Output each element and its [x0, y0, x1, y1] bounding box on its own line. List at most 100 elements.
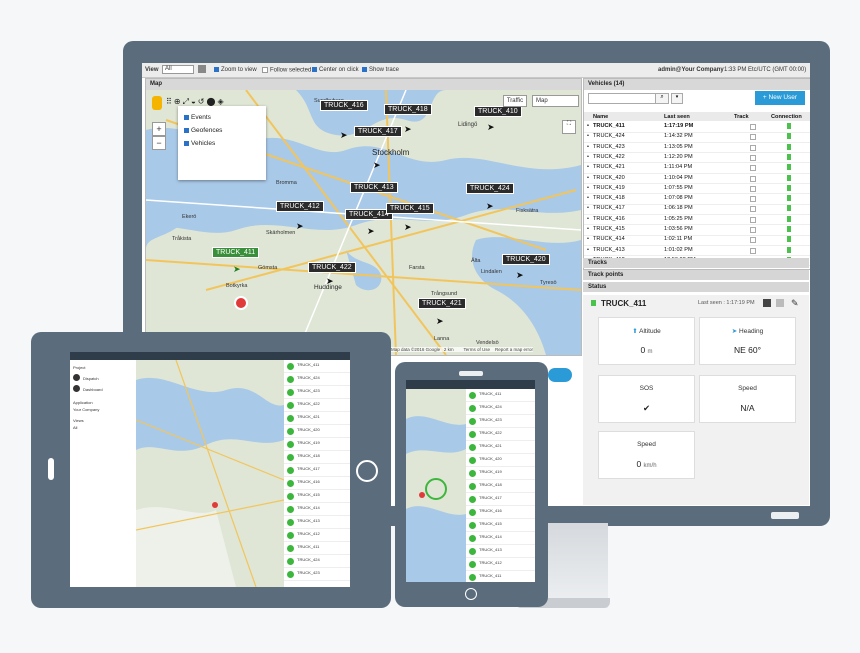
track-checkbox[interactable]: [750, 206, 756, 213]
print-icon[interactable]: [198, 65, 206, 73]
zoom-out-button[interactable]: −: [152, 136, 166, 150]
sidebar-item-dashboard[interactable]: Dashboard: [83, 387, 103, 392]
layer-geofences[interactable]: Geofences: [184, 127, 222, 134]
mini-vehicle-row[interactable]: TRUCK_422: [466, 428, 535, 441]
vehicle-row[interactable]: • TRUCK_413 1:01:02 PM: [584, 246, 810, 257]
option-center-on-click[interactable]: Center on click: [312, 67, 359, 73]
mini-vehicle-row[interactable]: TRUCK_413: [284, 516, 350, 529]
option-follow-selected[interactable]: Follow selected: [262, 67, 311, 74]
truck-marker[interactable]: TRUCK_422: [308, 262, 356, 273]
vehicle-row[interactable]: • TRUCK_414 1:02:11 PM: [584, 235, 810, 246]
phone-map[interactable]: [406, 389, 466, 582]
mini-vehicle-row[interactable]: TRUCK_423: [284, 568, 350, 581]
mini-vehicle-row[interactable]: TRUCK_415: [284, 490, 350, 503]
track-checkbox[interactable]: [750, 247, 756, 254]
track-checkbox[interactable]: [750, 175, 756, 182]
truck-marker[interactable]: TRUCK_412: [276, 201, 324, 212]
mini-vehicle-row[interactable]: TRUCK_412: [466, 558, 535, 571]
vehicle-row[interactable]: • TRUCK_424 1:14:32 PM: [584, 132, 810, 143]
mini-vehicle-row[interactable]: TRUCK_420: [466, 454, 535, 467]
vehicle-row[interactable]: • TRUCK_418 1:07:08 PM: [584, 194, 810, 205]
vehicle-row[interactable]: • TRUCK_417 1:06:18 PM: [584, 204, 810, 215]
tracks-header[interactable]: Tracks: [583, 258, 809, 268]
column-name[interactable]: Name: [593, 114, 608, 120]
truck-marker[interactable]: TRUCK_418: [384, 104, 432, 115]
mini-vehicle-row[interactable]: TRUCK_414: [284, 503, 350, 516]
mini-vehicle-row[interactable]: TRUCK_421: [466, 441, 535, 454]
mini-vehicle-row[interactable]: TRUCK_419: [466, 467, 535, 480]
status-header[interactable]: Status: [583, 282, 809, 292]
truck-marker-selected[interactable]: TRUCK_411: [212, 247, 260, 258]
mini-vehicle-row[interactable]: TRUCK_413: [466, 545, 535, 558]
vehicle-row[interactable]: • TRUCK_419 1:07:55 PM: [584, 184, 810, 195]
views-select[interactable]: All: [73, 425, 77, 430]
track-checkbox[interactable]: [750, 196, 756, 203]
track-checkbox[interactable]: [750, 134, 756, 141]
street-view-pegman-icon[interactable]: [152, 96, 162, 110]
mini-vehicle-row[interactable]: TRUCK_424: [284, 555, 350, 568]
track-checkbox[interactable]: [750, 124, 756, 130]
traffic-button[interactable]: Traffic: [503, 95, 527, 107]
track-checkbox[interactable]: [750, 165, 756, 172]
tablet-map[interactable]: [136, 360, 284, 587]
mini-vehicle-row[interactable]: TRUCK_419: [284, 438, 350, 451]
dashboard-icon[interactable]: [73, 385, 80, 392]
mini-vehicle-row[interactable]: TRUCK_414: [466, 532, 535, 545]
fullscreen-icon[interactable]: ⛶: [562, 120, 576, 134]
vehicle-row[interactable]: • TRUCK_423 1:13:05 PM: [584, 143, 810, 154]
vehicle-row[interactable]: • TRUCK_421 1:11:04 PM: [584, 163, 810, 174]
option-zoom-to-view[interactable]: Zoom to view: [214, 67, 257, 73]
view-select[interactable]: All: [162, 65, 194, 74]
mini-vehicle-row[interactable]: TRUCK_420: [284, 425, 350, 438]
toggle-switch[interactable]: [548, 368, 572, 382]
layer-events[interactable]: Events: [184, 114, 211, 121]
column-track[interactable]: Track: [734, 114, 749, 120]
edit-icon[interactable]: ✎: [791, 298, 799, 309]
mini-vehicle-row[interactable]: TRUCK_417: [466, 493, 535, 506]
track-checkbox[interactable]: [750, 227, 756, 233]
mini-vehicle-row[interactable]: TRUCK_412: [284, 529, 350, 542]
event-marker-icon[interactable]: [234, 296, 248, 310]
mini-vehicle-row[interactable]: TRUCK_424: [284, 373, 350, 386]
dispatch-icon[interactable]: [73, 374, 80, 381]
mini-vehicle-row[interactable]: TRUCK_411: [466, 571, 535, 582]
truck-marker[interactable]: TRUCK_417: [354, 126, 402, 137]
vehicle-row[interactable]: • TRUCK_415 1:03:56 PM: [584, 225, 810, 236]
track-checkbox[interactable]: [750, 237, 756, 244]
map-type-select[interactable]: Map: [532, 95, 579, 107]
truck-marker[interactable]: TRUCK_413: [350, 182, 398, 193]
mini-vehicle-row[interactable]: TRUCK_411: [284, 360, 350, 373]
mini-vehicle-row[interactable]: TRUCK_415: [466, 519, 535, 532]
truck-marker[interactable]: TRUCK_421: [418, 298, 466, 309]
mini-vehicle-row[interactable]: TRUCK_417: [284, 464, 350, 477]
vehicle-row[interactable]: • TRUCK_411 1:17:19 PM: [584, 122, 810, 133]
column-connection[interactable]: Connection: [771, 114, 802, 120]
track-checkbox[interactable]: [750, 154, 756, 161]
mini-vehicle-row[interactable]: TRUCK_416: [466, 506, 535, 519]
track-checkbox[interactable]: [750, 216, 756, 223]
grid-view-icon[interactable]: [763, 299, 771, 307]
track-checkbox[interactable]: [750, 185, 756, 192]
new-user-button[interactable]: + New User: [755, 91, 805, 105]
layer-vehicles[interactable]: Vehicles: [184, 140, 215, 147]
sidebar-item-dispatch[interactable]: Dispatch: [83, 376, 99, 381]
chevron-down-icon[interactable]: ▾: [671, 93, 683, 104]
mini-vehicle-row[interactable]: TRUCK_423: [466, 415, 535, 428]
truck-marker[interactable]: TRUCK_415: [386, 203, 434, 214]
map-canvas[interactable]: Stockholm Lidingö Huddinge Botkyrka Göms…: [146, 90, 581, 355]
truck-marker[interactable]: TRUCK_424: [466, 183, 514, 194]
list-view-icon[interactable]: [776, 299, 784, 307]
column-last-seen[interactable]: Last seen: [664, 114, 690, 120]
vehicle-row[interactable]: • TRUCK_416 1:05:25 PM: [584, 215, 810, 226]
mini-vehicle-row[interactable]: TRUCK_418: [284, 451, 350, 464]
event-marker-icon[interactable]: [419, 492, 425, 498]
option-show-trace[interactable]: Show trace: [362, 67, 399, 73]
mini-vehicle-row[interactable]: TRUCK_411: [466, 389, 535, 402]
zoom-in-button[interactable]: +: [152, 122, 166, 136]
truck-marker[interactable]: TRUCK_416: [320, 100, 368, 111]
track-points-header[interactable]: Track points: [583, 270, 809, 280]
mini-vehicle-row[interactable]: TRUCK_421: [284, 412, 350, 425]
vehicle-row[interactable]: • TRUCK_422 1:12:20 PM: [584, 153, 810, 164]
mini-vehicle-row[interactable]: TRUCK_424: [466, 402, 535, 415]
search-icon[interactable]: ⌕: [655, 93, 669, 104]
